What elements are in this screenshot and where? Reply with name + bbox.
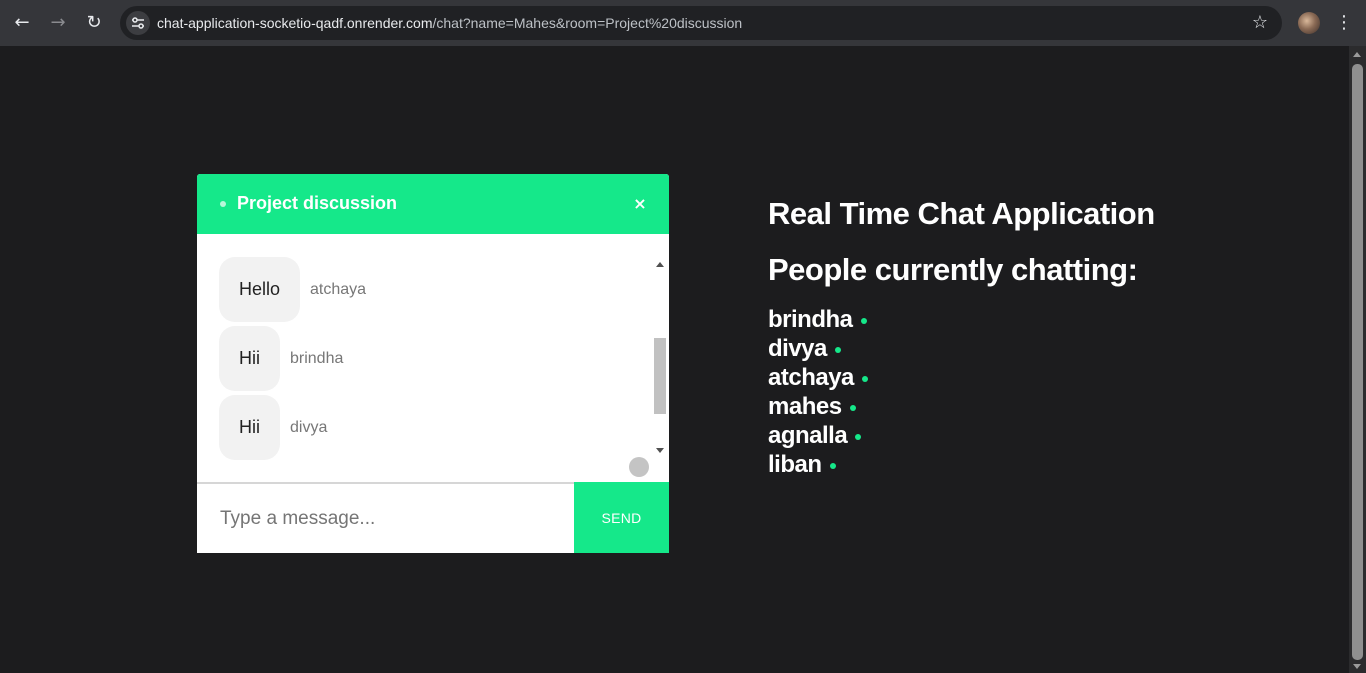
- person-item: agnalla: [768, 421, 1155, 450]
- person-item: mahes: [768, 392, 1155, 421]
- message-input[interactable]: [197, 484, 574, 553]
- send-button[interactable]: SEND: [574, 482, 669, 553]
- person-name: liban: [768, 451, 822, 478]
- scrollbar-thumb[interactable]: [654, 338, 666, 414]
- people-list: brindha divya atchaya mahes agnalla liba…: [768, 305, 1155, 479]
- address-bar[interactable]: chat-application-socketio-qadf.onrender.…: [120, 6, 1282, 40]
- back-arrow-icon[interactable]: ←: [8, 9, 36, 37]
- message-sender: atchaya: [310, 280, 367, 298]
- scrollbar-thumb[interactable]: [1352, 64, 1363, 660]
- person-item: divya: [768, 334, 1155, 363]
- person-name: divya: [768, 335, 827, 362]
- scroll-down-icon[interactable]: [1353, 664, 1361, 669]
- message-bubble: Hello: [219, 257, 301, 322]
- bookmark-star-icon[interactable]: ☆: [1252, 12, 1268, 33]
- info-panel: Real Time Chat Application People curren…: [768, 196, 1155, 479]
- message-list-scrollbar[interactable]: [653, 258, 667, 458]
- people-heading: People currently chatting:: [768, 252, 1138, 287]
- message-sender: brindha: [290, 349, 344, 367]
- typing-indicator-icon: [629, 457, 649, 477]
- message-list: Hello atchaya Hii brindha Hii divya: [197, 234, 669, 482]
- online-status-icon: [849, 404, 856, 411]
- forward-arrow-icon[interactable]: →: [44, 9, 72, 37]
- scroll-up-icon[interactable]: [656, 262, 664, 267]
- site-settings-icon[interactable]: [126, 11, 150, 35]
- scroll-up-icon[interactable]: [1353, 52, 1361, 57]
- close-button[interactable]: ×: [631, 194, 649, 214]
- person-item: brindha: [768, 305, 1155, 334]
- person-name: agnalla: [768, 422, 848, 449]
- scroll-down-icon[interactable]: [656, 448, 664, 453]
- person-name: atchaya: [768, 364, 854, 391]
- message-composer: SEND: [197, 482, 669, 553]
- page-scrollbar[interactable]: [1349, 46, 1366, 673]
- online-status-icon: [220, 201, 226, 207]
- online-status-icon: [861, 375, 868, 382]
- online-status-icon: [834, 346, 841, 353]
- online-status-icon: [855, 433, 862, 440]
- message-sender: divya: [290, 418, 328, 436]
- message-bubble: Hii: [219, 395, 280, 460]
- message-item: Hii brindha: [219, 326, 343, 391]
- chat-header: Project discussion ×: [197, 174, 669, 234]
- url-text[interactable]: chat-application-socketio-qadf.onrender.…: [157, 15, 742, 31]
- online-status-icon: [829, 462, 836, 469]
- person-item: liban: [768, 450, 1155, 479]
- reload-icon[interactable]: ↻: [80, 9, 108, 37]
- app-title: Real Time Chat Application: [768, 196, 1155, 231]
- browser-toolbar: ← → ↻ chat-application-socketio-qadf.onr…: [0, 0, 1366, 46]
- online-status-icon: [860, 317, 867, 324]
- person-item: atchaya: [768, 363, 1155, 392]
- person-name: brindha: [768, 306, 853, 333]
- room-title: Project discussion: [237, 193, 398, 213]
- message-item: Hello atchaya: [219, 257, 366, 322]
- url-host: chat-application-socketio-qadf.onrender.…: [157, 15, 433, 31]
- message-item: Hii divya: [219, 395, 327, 460]
- kebab-menu-icon[interactable]: ⋮: [1334, 10, 1354, 36]
- url-path: /chat?name=Mahes&room=Project%20discussi…: [432, 15, 743, 31]
- profile-avatar[interactable]: [1298, 12, 1320, 34]
- message-bubble: Hii: [219, 326, 280, 391]
- person-name: mahes: [768, 393, 842, 420]
